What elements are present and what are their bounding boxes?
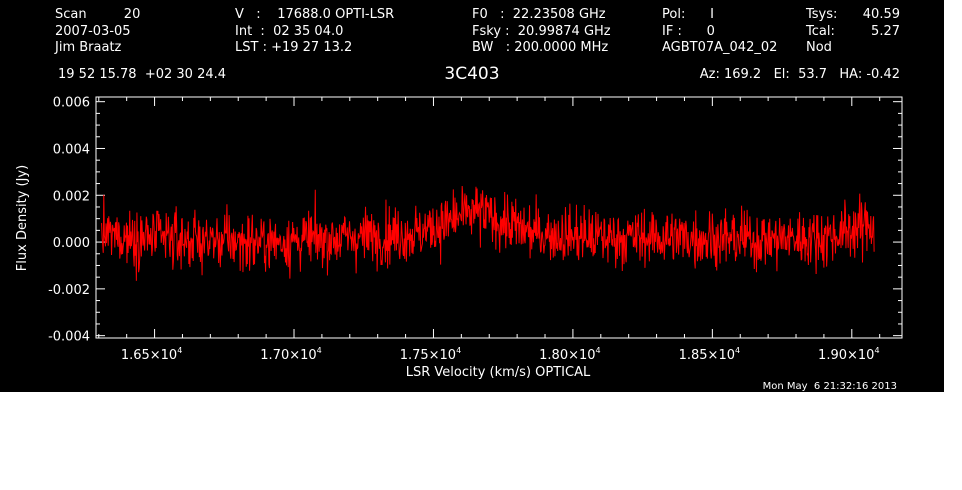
y-tick-label: 0.006 — [53, 96, 90, 111]
project-text: AGBT07A_042_02 — [662, 40, 777, 55]
timestamp-text: Mon May 6 21:32:16 2013 — [763, 381, 897, 392]
header-col5: Tsys: Tcal: Nod 40.59 5.27 — [805, 7, 900, 55]
velocity-text: V : 17688.0 OPTI-LSR — [235, 7, 394, 22]
fsky-text: Fsky : 20.99874 GHz — [472, 24, 611, 39]
pol-text: Pol: I — [662, 7, 714, 22]
y-axis-title: Flux Density (Jy) — [15, 165, 30, 271]
x-tick-label: 1.75×104 — [400, 346, 461, 363]
y-tick-label: 0.004 — [53, 142, 90, 157]
source-title: 3C403 — [444, 64, 499, 84]
bw-text: BW : 200.0000 MHz — [472, 40, 608, 55]
tsys-label: Tsys: — [805, 7, 837, 22]
x-tick-label: 1.65×104 — [121, 346, 182, 363]
coordinates-text: 19 52 15.78 +02 30 24.4 — [58, 67, 226, 82]
x-tick-label: 1.80×104 — [539, 346, 600, 363]
y-tick-label: -0.002 — [48, 283, 90, 298]
tsys-value: 40.59 — [863, 7, 900, 22]
f0-text: F0 : 22.23508 GHz — [472, 7, 606, 22]
header-col1: Scan 20 2007-03-05 Jim Braatz — [54, 7, 140, 55]
az-el-ha-text: Az: 169.2 El: 53.7 HA: -0.42 — [700, 67, 900, 82]
integration-text: Int : 02 35 04.0 — [235, 24, 343, 39]
y-tick-label: 0.000 — [53, 236, 90, 251]
y-tick-label: -0.004 — [48, 330, 90, 345]
tcal-value: 5.27 — [871, 24, 900, 39]
tcal-label: Tcal: — [805, 24, 835, 39]
y-tick-label: 0.002 — [53, 189, 90, 204]
x-tick-label: 1.70×104 — [260, 346, 321, 363]
plot-panel: Scan 20 2007-03-05 Jim Braatz V : 17688.… — [0, 0, 944, 392]
series-layer — [101, 185, 875, 281]
header-col2: V : 17688.0 OPTI-LSR Int : 02 35 04.0 LS… — [235, 7, 394, 55]
x-axis-title: LSR Velocity (km/s) OPTICAL — [406, 365, 591, 380]
header-col3: F0 : 22.23508 GHz Fsky : 20.99874 GHz BW… — [472, 7, 611, 55]
spectrum-line — [101, 185, 875, 281]
observer-text: Jim Braatz — [54, 40, 122, 55]
plot-frame — [95, 96, 903, 339]
spectrum-chart: Scan 20 2007-03-05 Jim Braatz V : 17688.… — [15, 7, 903, 392]
x-tick-label: 1.90×104 — [818, 346, 879, 363]
x-tick-label: 1.85×104 — [679, 346, 740, 363]
scan-text: Scan 20 — [55, 7, 140, 22]
lst-text: LST : +19 27 13.2 — [235, 40, 352, 55]
date-text: 2007-03-05 — [55, 24, 131, 39]
header-col4: Pol: I IF : 0 AGBT07A_042_02 — [662, 7, 777, 55]
nod-label: Nod — [806, 40, 832, 55]
if-text: IF : 0 — [662, 24, 715, 39]
